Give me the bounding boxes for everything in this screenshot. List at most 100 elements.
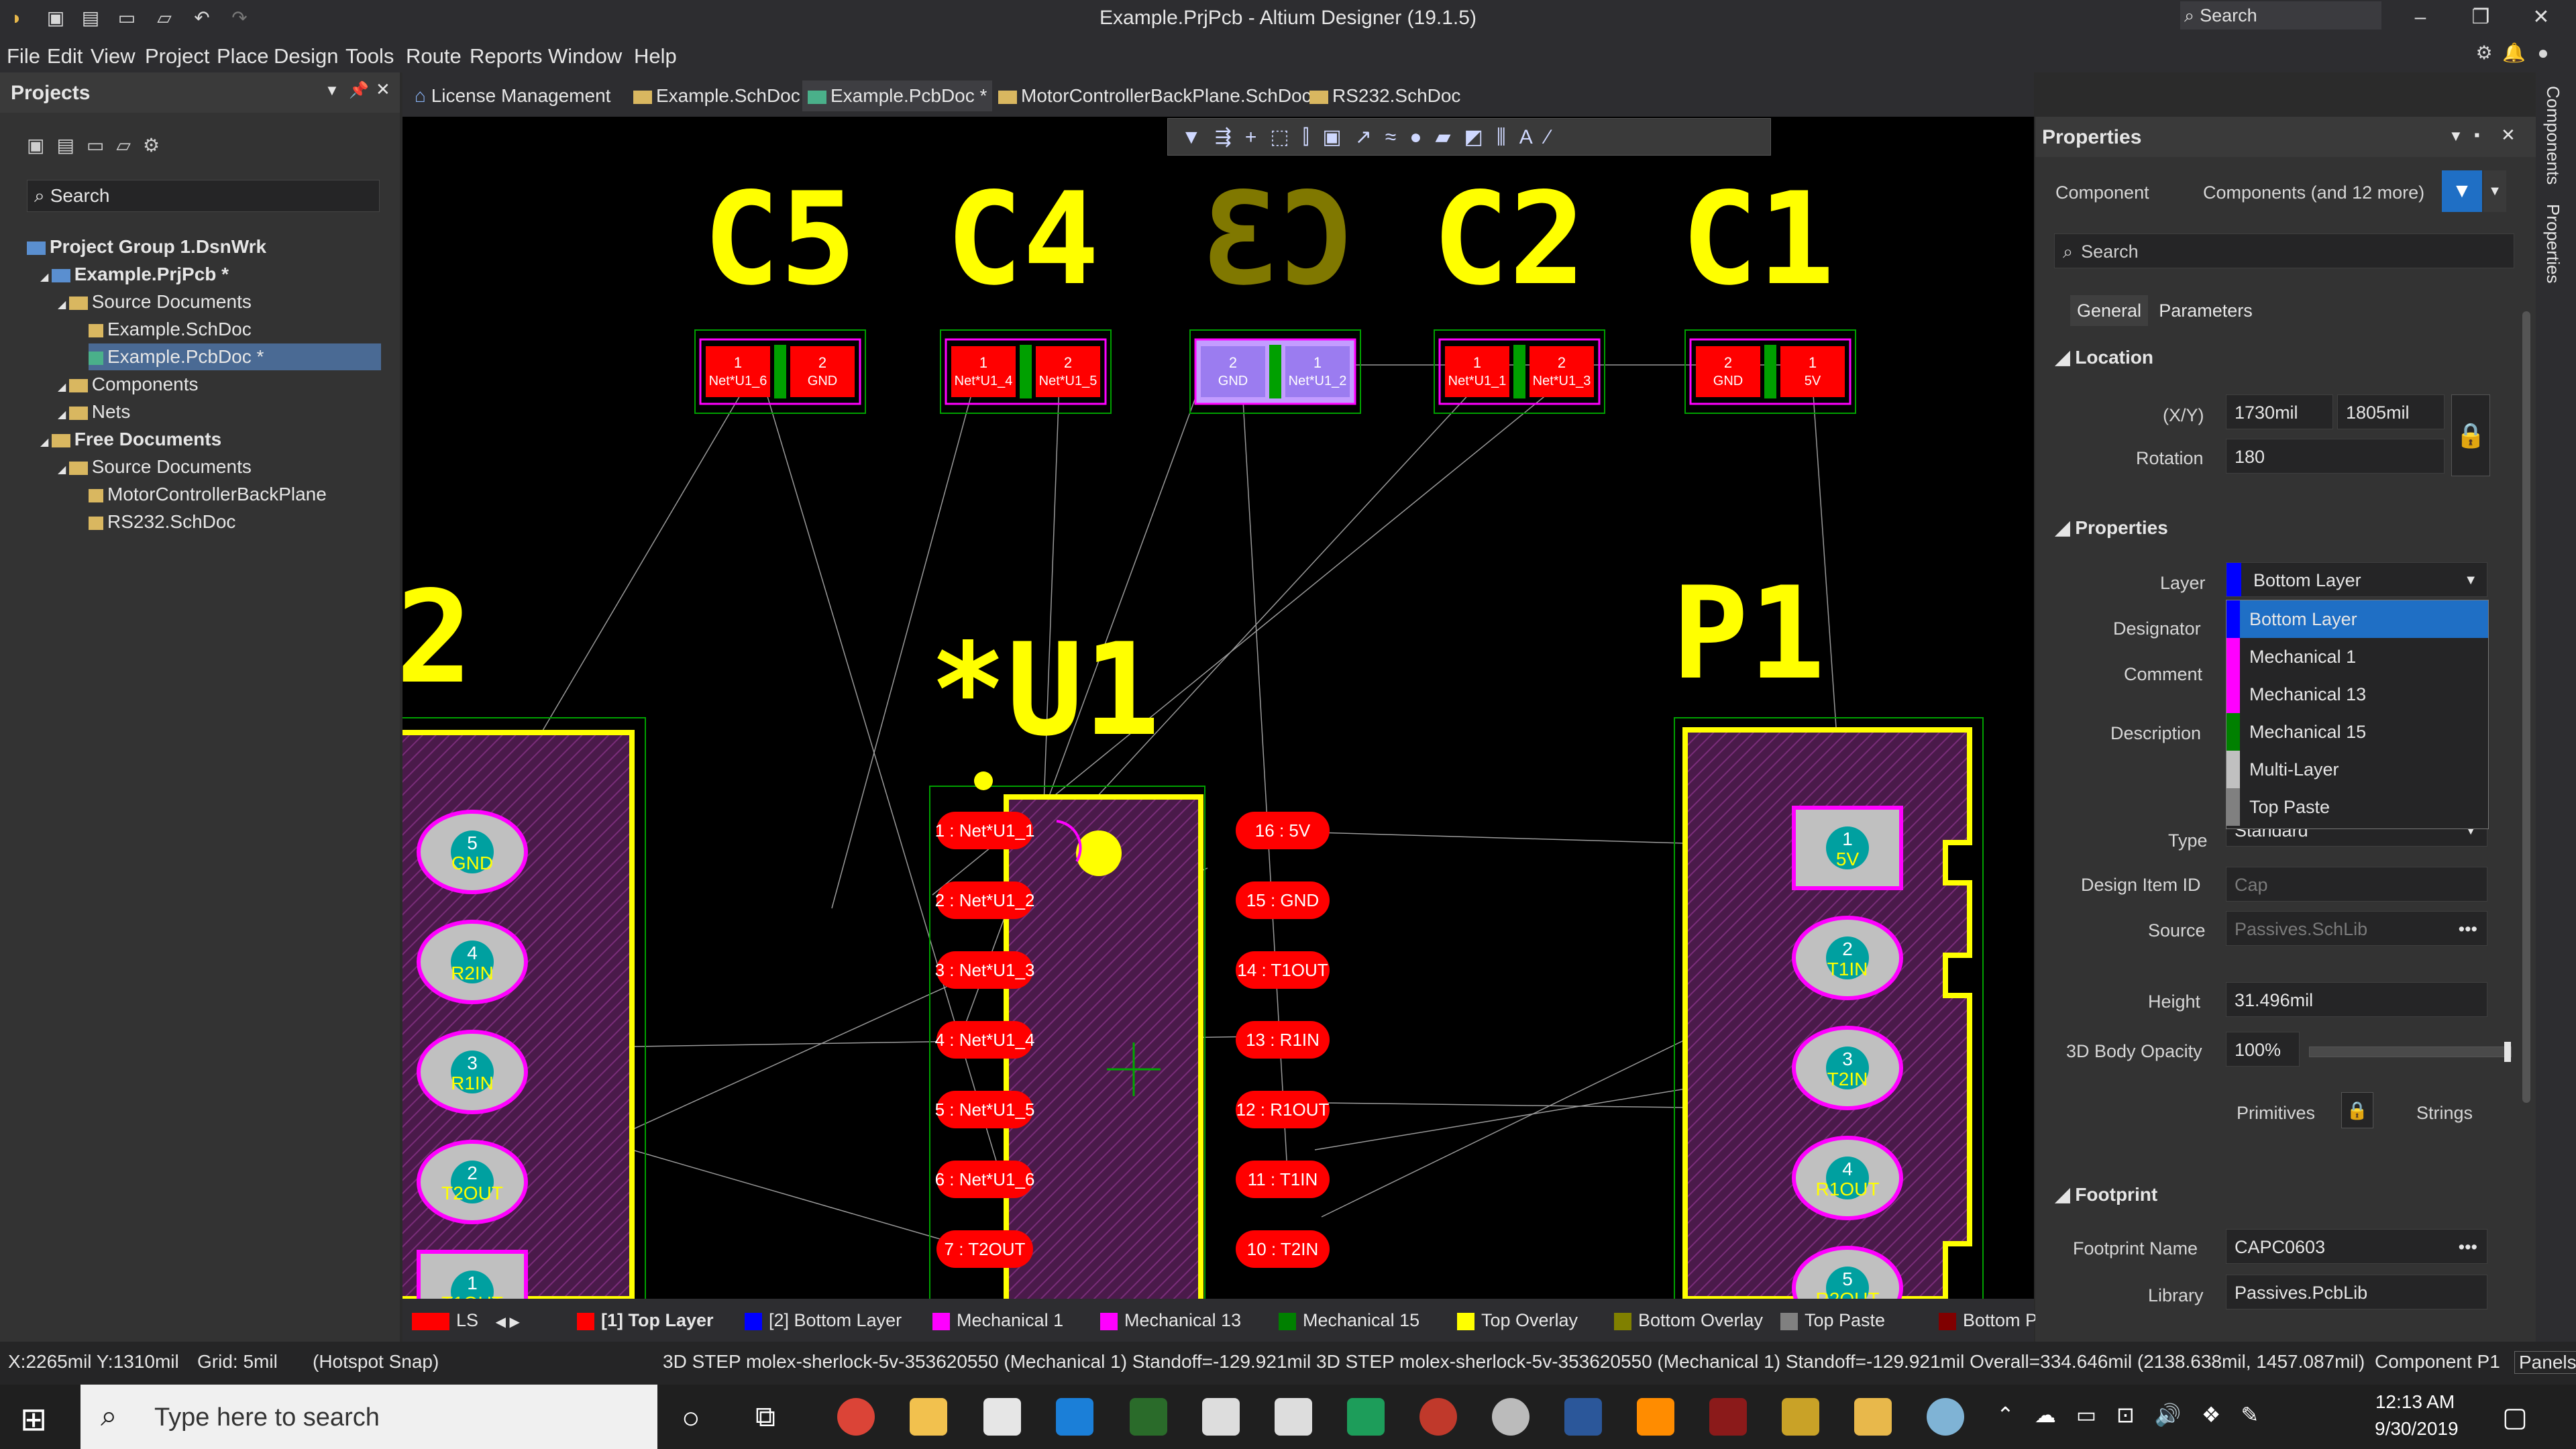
settings-icon[interactable]: ⚙ <box>143 135 172 156</box>
dropbox-icon[interactable]: ❖ <box>2202 1403 2241 1427</box>
tree-item[interactable]: Project Group 1.DsnWrk <box>27 233 266 260</box>
menu-route[interactable]: Route <box>406 44 462 68</box>
mail-icon[interactable] <box>983 1398 1021 1436</box>
pcb-drawing[interactable]: 1 Net*U1_6 2 GND 1 Net*U1_4 2 Net*U1_5 2 GND 1 Net*… <box>402 117 2034 1299</box>
layer-select[interactable]: Bottom Layer ▼ <box>2226 562 2487 597</box>
lock-primitives-icon[interactable]: 🔒 <box>2341 1092 2373 1128</box>
layer-tab[interactable]: Mechanical 13 <box>1100 1308 1241 1332</box>
height-field[interactable]: 31.496mil <box>2226 982 2487 1017</box>
opacity-field[interactable]: 100% <box>2226 1032 2300 1067</box>
tab-license-management[interactable]: ⌂ License Management <box>409 80 616 111</box>
more-icon[interactable]: ••• <box>2459 912 2477 945</box>
design-item-field[interactable]: Cap <box>2226 867 2487 902</box>
open-folder-icon[interactable]: ▭ <box>87 135 116 156</box>
app-w-icon[interactable] <box>1130 1398 1167 1436</box>
grid-size[interactable]: Grid: 5mil <box>197 1351 278 1373</box>
tab-example-pcbdoc[interactable]: Example.PcbDoc * <box>802 80 993 111</box>
calculator-icon[interactable] <box>1202 1398 1240 1436</box>
taskbar-search[interactable]: ⌕ Type here to search <box>80 1385 657 1449</box>
properties-section[interactable]: ◢ Properties <box>2055 517 2168 539</box>
file-explorer-icon[interactable] <box>910 1398 947 1436</box>
onedrive-icon[interactable]: ☁ <box>2035 1403 2076 1427</box>
expand-icon[interactable]: ◢ <box>58 409 69 421</box>
chrome-icon[interactable] <box>837 1398 875 1436</box>
panels-button[interactable]: Panels <box>2514 1351 2576 1374</box>
app-red-icon[interactable] <box>1709 1398 1747 1436</box>
component-icon[interactable]: ▣ <box>1322 126 1354 148</box>
select-icon[interactable]: ⬚ <box>1270 126 1302 148</box>
menu-project[interactable]: Project <box>145 44 209 68</box>
layer-tab[interactable]: [1] Top Layer <box>577 1308 714 1332</box>
sublime-icon[interactable] <box>1637 1398 1674 1436</box>
components-panel-tab[interactable]: Components <box>2542 86 2563 184</box>
menu-view[interactable]: View <box>91 44 136 68</box>
app-blue-icon[interactable] <box>1927 1398 1964 1436</box>
layer-option[interactable]: Multi-Layer <box>2226 751 2488 788</box>
layer-tab[interactable]: Top Paste <box>1780 1308 1885 1332</box>
raspberry-icon[interactable] <box>1419 1398 1457 1436</box>
expand-icon[interactable]: ◢ <box>58 382 69 393</box>
projects-search-input[interactable]: ⌕ Search <box>27 180 380 212</box>
layer-scroll-arrows-icon[interactable]: ◀ ▶ <box>492 1315 520 1330</box>
layer-option[interactable]: Top Paste <box>2226 788 2488 826</box>
layer-option[interactable]: Mechanical 15 <box>2226 713 2488 751</box>
more-icon[interactable]: ••• <box>2459 1230 2477 1263</box>
new-folder-icon[interactable]: ▱ <box>116 135 143 156</box>
menu-reports[interactable]: Reports <box>470 44 543 68</box>
expand-icon[interactable]: ◢ <box>40 437 52 448</box>
app-icon[interactable] <box>1492 1398 1529 1436</box>
altium-active-icon[interactable] <box>1854 1398 1892 1436</box>
y-field[interactable]: 1805mil <box>2337 394 2445 429</box>
tab-example-schdoc[interactable]: Example.SchDoc <box>628 80 806 111</box>
network-icon[interactable]: ⊡ <box>2116 1403 2155 1427</box>
tab-parameters[interactable]: Parameters <box>2152 295 2259 326</box>
crosshair-icon[interactable]: + <box>1245 126 1271 148</box>
layer-option[interactable]: Bottom Layer <box>2226 600 2488 638</box>
expand-icon[interactable]: ◢ <box>58 299 69 311</box>
minimize-button[interactable]: – <box>2400 4 2440 31</box>
designator-c4[interactable]: C4 <box>946 165 1099 313</box>
chevron-down-icon[interactable]: ▼ <box>2483 170 2506 212</box>
layer-tab[interactable]: [2] Bottom Layer <box>745 1308 902 1332</box>
region-icon[interactable]: ◩ <box>1464 126 1497 148</box>
global-search[interactable]: ⌕ Search <box>2180 1 2381 30</box>
close-panel-icon[interactable]: ✕ <box>2501 125 2516 146</box>
lock-icon[interactable]: 🔒 <box>2451 394 2490 476</box>
tab-general[interactable]: General <box>2070 295 2148 326</box>
task-view-icon[interactable]: ⧉ <box>755 1401 775 1434</box>
properties-scrollbar[interactable] <box>2522 311 2530 1103</box>
pin-icon[interactable]: 📌 <box>349 80 369 100</box>
source-field[interactable]: Passives.SchLib ••• <box>2226 911 2487 946</box>
battery-icon[interactable]: ▭ <box>2076 1403 2116 1427</box>
word-icon[interactable] <box>1564 1398 1602 1436</box>
tab-rs232[interactable]: RS232.SchDoc <box>1304 80 1466 111</box>
layer-tab[interactable]: LS ◀ ▶ <box>412 1308 520 1334</box>
notifications-icon[interactable]: 🔔 <box>2502 42 2526 64</box>
text-icon[interactable]: A <box>1519 126 1546 148</box>
tree-item[interactable]: RS232.SchDoc <box>89 508 235 535</box>
designator-c1[interactable]: C1 <box>1681 165 1835 313</box>
line-icon[interactable]: ∕ <box>1546 126 1563 148</box>
tree-item[interactable]: ◢ Components <box>58 371 199 398</box>
designator-c5[interactable]: C5 <box>703 165 857 313</box>
menu-design[interactable]: Design <box>274 44 339 68</box>
menu-file[interactable]: File <box>7 44 40 68</box>
close-panel-icon[interactable]: ✕ <box>376 79 390 100</box>
menu-help[interactable]: Help <box>634 44 677 68</box>
altium-icon[interactable] <box>1782 1398 1819 1436</box>
tree-item[interactable]: ◢ Free Documents <box>40 426 221 453</box>
menu-place[interactable]: Place <box>217 44 269 68</box>
volume-icon[interactable]: 🔊 <box>2155 1403 2202 1427</box>
menu-tools[interactable]: Tools <box>345 44 394 68</box>
layer-tab[interactable]: Mechanical 15 <box>1279 1308 1419 1332</box>
properties-search-input[interactable]: ⌕ Search <box>2054 233 2514 268</box>
compile-icon[interactable]: ▤ <box>56 135 86 156</box>
pen-icon[interactable]: ✎ <box>2241 1403 2279 1427</box>
expand-icon[interactable]: ◢ <box>40 272 52 283</box>
windows-start-icon[interactable]: ⊞ <box>20 1401 47 1438</box>
properties-panel-tab[interactable]: Properties <box>2542 204 2563 284</box>
library-field[interactable]: Passives.PcbLib <box>2226 1275 2487 1309</box>
restore-button[interactable]: ❐ <box>2461 4 2501 31</box>
tab-motorcontroller[interactable]: MotorControllerBackPlane.SchDoc <box>993 80 1317 111</box>
pcb-canvas[interactable]: 1 Net*U1_6 2 GND 1 Net*U1_4 2 Net*U1_5 2 GND 1 Net*… <box>402 117 2034 1299</box>
